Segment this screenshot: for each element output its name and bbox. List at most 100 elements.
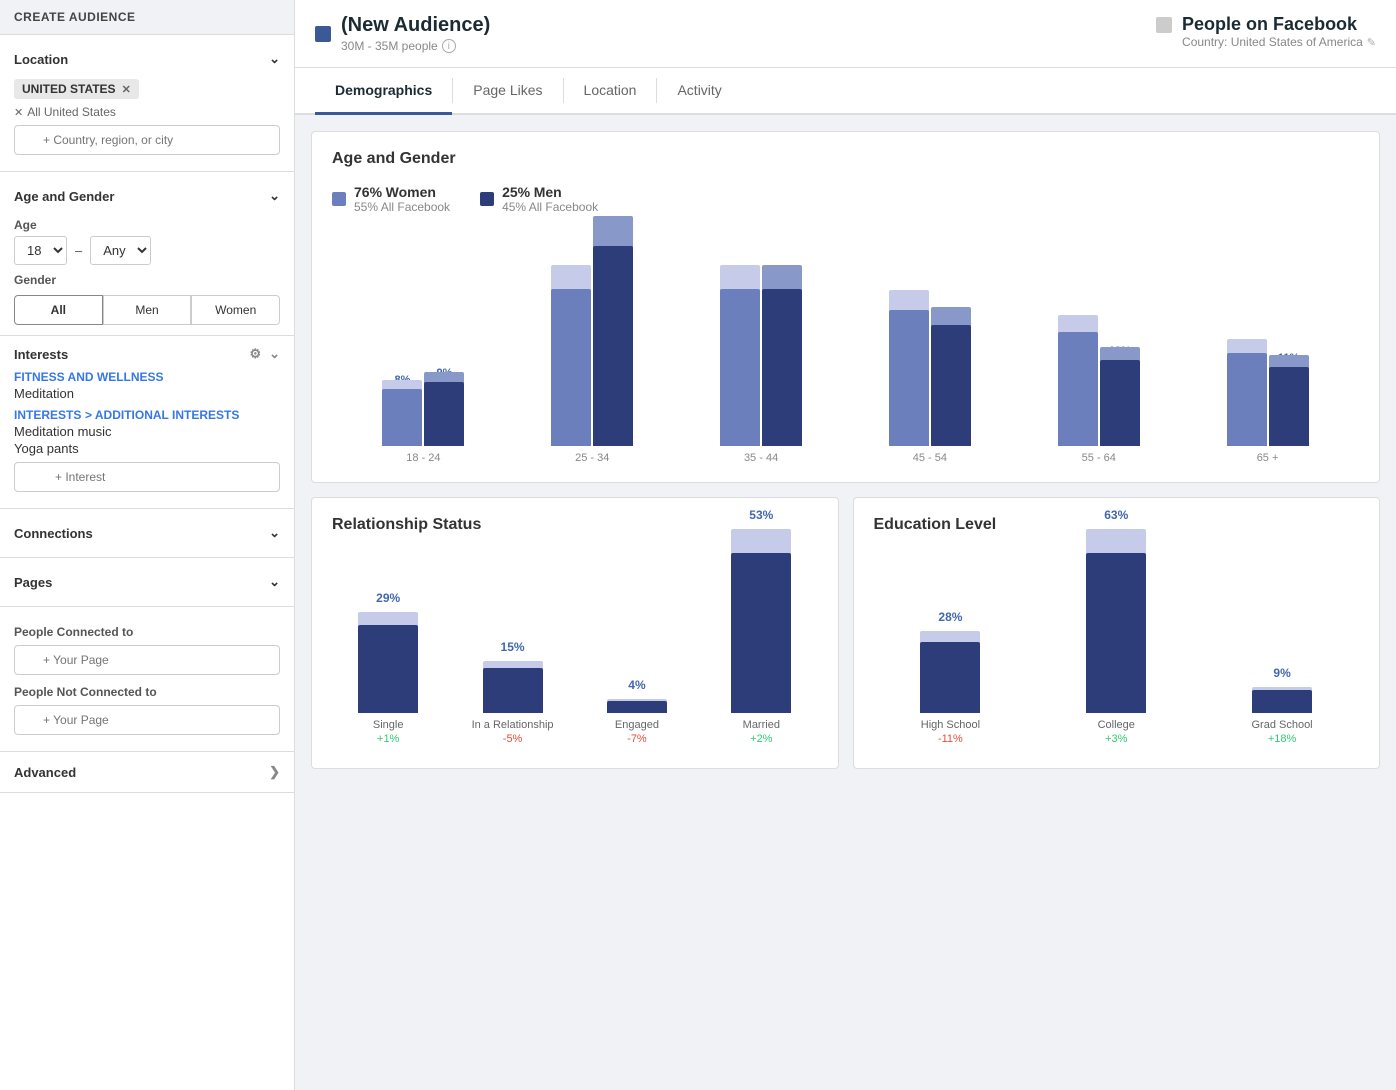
edu-bar-group: 63% College +3%	[1039, 508, 1193, 745]
connected-input[interactable]	[14, 645, 280, 675]
men-sub: 45% All Facebook	[502, 200, 598, 214]
edu-bar-group: 9% Grad School +18%	[1205, 666, 1359, 745]
gender-men-btn[interactable]: Men	[103, 295, 192, 325]
audience-size: 30M - 35M people i	[341, 39, 490, 53]
bottom-charts-row: Relationship Status 29% Single +1% 15% I…	[311, 497, 1380, 769]
main-content: (New Audience) 30M - 35M people i People…	[295, 0, 1396, 1090]
age-gender-chevron: ⌄	[269, 188, 280, 204]
interests-icons: ⚙ ⌄	[249, 346, 280, 362]
remove-location-icon[interactable]: ✕	[122, 83, 131, 96]
fb-audience-title: People on Facebook	[1182, 14, 1376, 35]
advanced-section[interactable]: Advanced ❯	[0, 752, 294, 793]
age-from-select[interactable]: 182125	[14, 236, 67, 265]
age-gender-chart-title: Age and Gender	[332, 150, 1359, 168]
pages-header[interactable]: Pages ⌄	[14, 568, 280, 596]
interests-header: Interests ⚙ ⌄	[14, 346, 280, 362]
create-audience-title: CREATE AUDIENCE	[0, 0, 294, 35]
men-pct: 25%	[502, 184, 530, 200]
women-color	[332, 192, 346, 206]
location-chevron: ⌄	[269, 51, 280, 67]
connected-label: People Connected to	[14, 625, 280, 639]
info-icon[interactable]: i	[442, 39, 456, 53]
age-gender-label: Age and Gender	[14, 189, 114, 204]
connections-chevron: ⌄	[269, 525, 280, 541]
men-lbl: Men	[534, 184, 562, 200]
not-connected-label: People Not Connected to	[14, 685, 280, 699]
interests-chevron[interactable]: ⌄	[269, 346, 280, 362]
women-pct: 76%	[354, 184, 382, 200]
location-header[interactable]: Location ⌄	[14, 45, 280, 73]
women-legend: 76% Women 55% All Facebook	[332, 184, 450, 214]
interest-item-3: Yoga pants	[14, 441, 280, 456]
audience-name-block: (New Audience) 30M - 35M people i	[315, 14, 490, 53]
women-lbl: Women	[386, 184, 436, 200]
tab-activity[interactable]: Activity	[657, 68, 741, 115]
age-dash: –	[75, 243, 82, 258]
facebook-audience-block: People on Facebook Country: United State…	[1156, 14, 1376, 49]
pages-section: Pages ⌄	[0, 558, 294, 607]
connected-section: People Connected to 🔍 People Not Connect…	[0, 607, 294, 752]
age-gender-chart-section: Age and Gender 76% Women 55% All Faceboo…	[311, 131, 1380, 483]
relationship-bars: 29% Single +1% 15% In a Relationship -5%…	[332, 550, 818, 750]
interests-cat2-part2: ADDITIONAL INTERESTS	[95, 408, 239, 422]
advanced-arrow-icon: ❯	[269, 764, 280, 780]
connections-section: Connections ⌄	[0, 509, 294, 558]
location-x-icon[interactable]: ✕	[14, 106, 23, 119]
location-label: Location	[14, 52, 68, 67]
age-group: 22% 22% 35 - 44	[680, 274, 843, 464]
rel-bar-group: 4% Engaged -7%	[581, 678, 693, 745]
interest-item-2: Meditation music	[14, 424, 280, 439]
pages-chevron: ⌄	[269, 574, 280, 590]
not-connected-input-wrapper: 🔍	[14, 705, 280, 735]
interest-item-1: Meditation	[14, 386, 280, 401]
interest-input-wrapper: 🔍	[14, 462, 280, 492]
age-group: 13% 11% 65 +	[1186, 338, 1349, 464]
age-group: 19% 17% 45 - 54	[848, 295, 1011, 464]
gender-all-btn[interactable]: All	[14, 295, 103, 325]
age-gender-header[interactable]: Age and Gender ⌄	[14, 182, 280, 210]
interests-label: Interests	[14, 347, 68, 362]
tab-page-likes[interactable]: Page Likes	[453, 68, 562, 115]
education-bars: 28% High School -11% 63% College +3% 9% …	[874, 550, 1360, 750]
edit-icon[interactable]: ✎	[1367, 36, 1376, 49]
interests-category2: INTERESTS > ADDITIONAL INTERESTS	[14, 407, 280, 422]
age-sublabel: Age	[14, 218, 280, 232]
men-legend: 25% Men 45% All Facebook	[480, 184, 598, 214]
fb-audience-country: Country: United States of America ✎	[1182, 35, 1376, 49]
location-input-wrapper: 🔍	[14, 125, 280, 155]
men-color	[480, 192, 494, 206]
gender-women-btn[interactable]: Women	[191, 295, 280, 325]
connections-label: Connections	[14, 526, 93, 541]
age-gender-section: Age and Gender ⌄ Age 182125 – Any65+ Gen…	[0, 172, 294, 336]
relationship-chart: Relationship Status 29% Single +1% 15% I…	[311, 497, 839, 769]
fb-color-swatch	[1156, 17, 1172, 33]
education-chart: Education Level 28% High School -11% 63%…	[853, 497, 1381, 769]
rel-bar-group: 29% Single +1%	[332, 591, 444, 745]
gear-icon[interactable]: ⚙	[249, 346, 261, 362]
age-to-select[interactable]: Any65+	[90, 236, 151, 265]
age-group: 22% 28% 25 - 34	[511, 231, 674, 464]
location-section: Location ⌄ UNITED STATES ✕ ✕ All United …	[0, 35, 294, 172]
tab-location[interactable]: Location	[564, 68, 657, 115]
audience-color-swatch	[315, 26, 331, 42]
connections-header[interactable]: Connections ⌄	[14, 519, 280, 547]
charts-area: Age and Gender 76% Women 55% All Faceboo…	[295, 115, 1396, 785]
location-input[interactable]	[14, 125, 280, 155]
tab-demographics[interactable]: Demographics	[315, 68, 452, 115]
tabs-bar: Demographics Page Likes Location Activit…	[295, 68, 1396, 115]
not-connected-input[interactable]	[14, 705, 280, 735]
rel-bar-group: 15% In a Relationship -5%	[456, 640, 568, 745]
women-sub: 55% All Facebook	[354, 200, 450, 214]
interests-arrow: >	[85, 408, 95, 422]
age-gender-bars: 8% 9% 18 - 2422% 28% 25 - 3422% 22% 35 -…	[332, 224, 1359, 464]
rel-bar-group: 53% Married +2%	[705, 508, 817, 745]
interests-section: Interests ⚙ ⌄ FITNESS AND WELLNESS Medit…	[0, 336, 294, 509]
location-sub: ✕ All United States	[14, 105, 280, 119]
gender-sublabel: Gender	[14, 273, 280, 287]
pages-label: Pages	[14, 575, 52, 590]
connected-input-wrapper: 🔍	[14, 645, 280, 675]
age-row: 182125 – Any65+	[14, 236, 280, 265]
interest-input[interactable]	[14, 462, 280, 492]
gender-row: All Men Women	[14, 295, 280, 325]
interests-category1: FITNESS AND WELLNESS	[14, 370, 280, 384]
